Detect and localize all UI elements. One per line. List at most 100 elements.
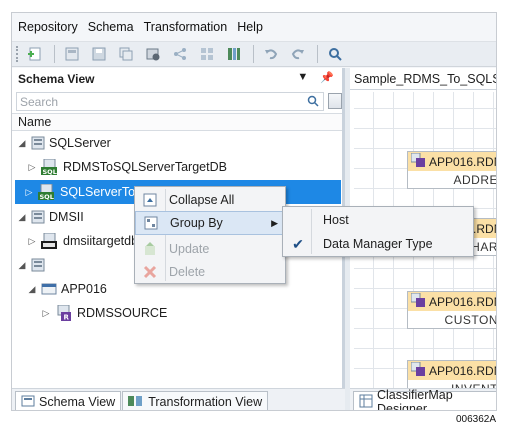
tree-node-dmsii[interactable]: ◢ DMSII (16, 205, 84, 229)
column-header-name[interactable]: Name (12, 113, 342, 131)
menu-bar: Repository Schema Transformation Help (12, 13, 496, 41)
figure-label: 006362A (455, 414, 496, 425)
tab-schema-view[interactable]: Schema View (15, 391, 122, 411)
tree-node-sqlserver[interactable]: ◢ SQLServer (16, 131, 111, 155)
tree-node-rdmstosqlservertargetdb[interactable]: ▷ SQL RDMSToSQLServerTargetDB (26, 155, 227, 179)
collapsed-arrow-icon[interactable]: ▷ (40, 308, 52, 319)
node-subtitle: CUSTON (444, 313, 497, 327)
tab-label: ClassifierMap Designer (377, 388, 453, 411)
collapsed-arrow-icon[interactable]: ▷ (26, 162, 38, 173)
tree-node-label: APP016 (61, 282, 107, 296)
menu-item-label: Delete (169, 265, 206, 279)
application-window: Repository Schema Transformation Help Sc… (11, 12, 497, 411)
tree-node-app016[interactable]: ◢ APP016 (26, 277, 107, 301)
node-title: APP016.RDM (429, 154, 497, 169)
menu-transformation[interactable]: Transformation (144, 20, 236, 34)
copy-icon[interactable] (116, 44, 136, 64)
menu-item-label: Data Manager Type (323, 237, 433, 251)
tree-node-label: RDMSToSQLServerTargetDB (63, 160, 227, 174)
schema-icon (41, 282, 57, 296)
menu-repository[interactable]: Repository (18, 20, 86, 34)
tree-node-label: SQLServerToD (60, 185, 145, 199)
schema-view-tab-icon (21, 394, 35, 411)
tab-transformation-view[interactable]: Transformation View (122, 391, 269, 411)
menu-item-update[interactable]: Update (135, 237, 285, 261)
toolbar-separator (253, 45, 254, 63)
menu-help[interactable]: Help (237, 20, 271, 34)
settings-icon[interactable] (143, 44, 163, 64)
search-input[interactable]: Search (16, 92, 324, 111)
tab-label: Transformation View (148, 395, 263, 409)
collapse-icon (139, 193, 161, 207)
undo-icon[interactable] (261, 44, 281, 64)
update-icon (139, 242, 161, 256)
tree-node-unnamed[interactable]: ◢ (16, 253, 49, 277)
transformation-view-tab-icon (128, 394, 144, 411)
search-icon[interactable] (307, 95, 319, 110)
node-title: APP016.RDM (429, 294, 497, 309)
menu-item-label: Collapse All (169, 193, 235, 207)
search-icon[interactable] (325, 44, 345, 64)
submenu-item-data-manager-type[interactable]: ✔ Data Manager Type (283, 232, 473, 256)
canvas-node[interactable]: APP016.RDM ADDRE (407, 151, 497, 189)
tree-node-label: RDMSSOURCE (77, 306, 168, 320)
redo-icon[interactable] (288, 44, 308, 64)
group-by-submenu: Host ✔ Data Manager Type (282, 206, 474, 257)
new-icon[interactable] (25, 44, 45, 64)
search-placeholder: Search (20, 94, 59, 109)
svg-text:SQL: SQL (40, 193, 54, 200)
menu-item-label: Host (323, 213, 349, 227)
designer-tab-icon (359, 394, 373, 411)
save-icon[interactable] (89, 44, 109, 64)
menu-item-label: Update (169, 242, 210, 256)
grid-icon[interactable] (197, 44, 217, 64)
toolbar-separator (54, 45, 55, 63)
collapsed-arrow-icon[interactable]: ▷ (26, 236, 38, 247)
canvas-node[interactable]: APP016.RDM CUSTON (407, 291, 497, 329)
tab-label: Schema View (39, 395, 116, 409)
schema-view-title: Schema View (18, 72, 95, 86)
database-icon (31, 258, 45, 272)
tree-node-label: SQLServer (49, 136, 111, 150)
rdms-database-icon (410, 361, 425, 379)
menu-item-group-by[interactable]: Group By ▶ (135, 211, 285, 235)
menu-item-delete[interactable]: Delete (135, 260, 285, 284)
menu-item-collapse-all[interactable]: Collapse All (135, 188, 285, 212)
toolbar-separator (317, 45, 318, 63)
toolbar-grip[interactable] (16, 46, 20, 62)
left-tabstrip: Schema View Transformation View (12, 388, 345, 411)
expanded-arrow-icon[interactable]: ◢ (16, 138, 28, 149)
group-by-icon (140, 216, 162, 230)
tree-node-dmsiitargetdb[interactable]: ▷ dmsiitargetdb (26, 229, 138, 253)
node-title: APP016.RDM (429, 363, 497, 378)
database-icon (31, 210, 45, 224)
svg-text:SQL: SQL (43, 168, 57, 175)
tree-node-label: dmsiitargetdb (63, 234, 139, 248)
check-icon: ✔ (292, 235, 304, 252)
tree-node-rdmssource[interactable]: ▷ R RDMSSOURCE (40, 301, 167, 325)
delete-icon (139, 265, 161, 279)
submenu-item-host[interactable]: Host (283, 208, 473, 232)
columns-icon[interactable] (224, 44, 244, 64)
sql-database-icon: SQL (41, 159, 59, 175)
rdms-database-icon (410, 292, 425, 310)
search-options-button[interactable] (328, 93, 342, 109)
expanded-arrow-icon[interactable]: ◢ (16, 260, 28, 271)
menu-item-label: Group By (170, 216, 223, 230)
pane-dropdown-icon[interactable]: ▼ (297, 71, 308, 84)
tab-classifiermap-designer[interactable]: ClassifierMap Designer (353, 388, 496, 411)
submenu-arrow-icon: ▶ (271, 217, 278, 228)
right-tabstrip: ClassifierMap Designer (350, 388, 496, 411)
expanded-arrow-icon[interactable]: ◢ (26, 284, 38, 295)
expanded-arrow-icon[interactable]: ◢ (16, 212, 28, 223)
rdms-database-icon (410, 152, 425, 170)
open-icon[interactable] (62, 44, 82, 64)
dmsii-database-icon (41, 233, 59, 249)
document-tab[interactable]: Sample_RDMS_To_SQLServ (350, 68, 496, 90)
share-icon[interactable] (170, 44, 190, 64)
pin-icon[interactable]: 📌 (320, 71, 334, 84)
menu-schema[interactable]: Schema (88, 20, 142, 34)
collapsed-arrow-icon[interactable]: ▷ (23, 187, 35, 198)
svg-text:R: R (64, 314, 70, 322)
rdms-database-icon: R (55, 305, 73, 321)
